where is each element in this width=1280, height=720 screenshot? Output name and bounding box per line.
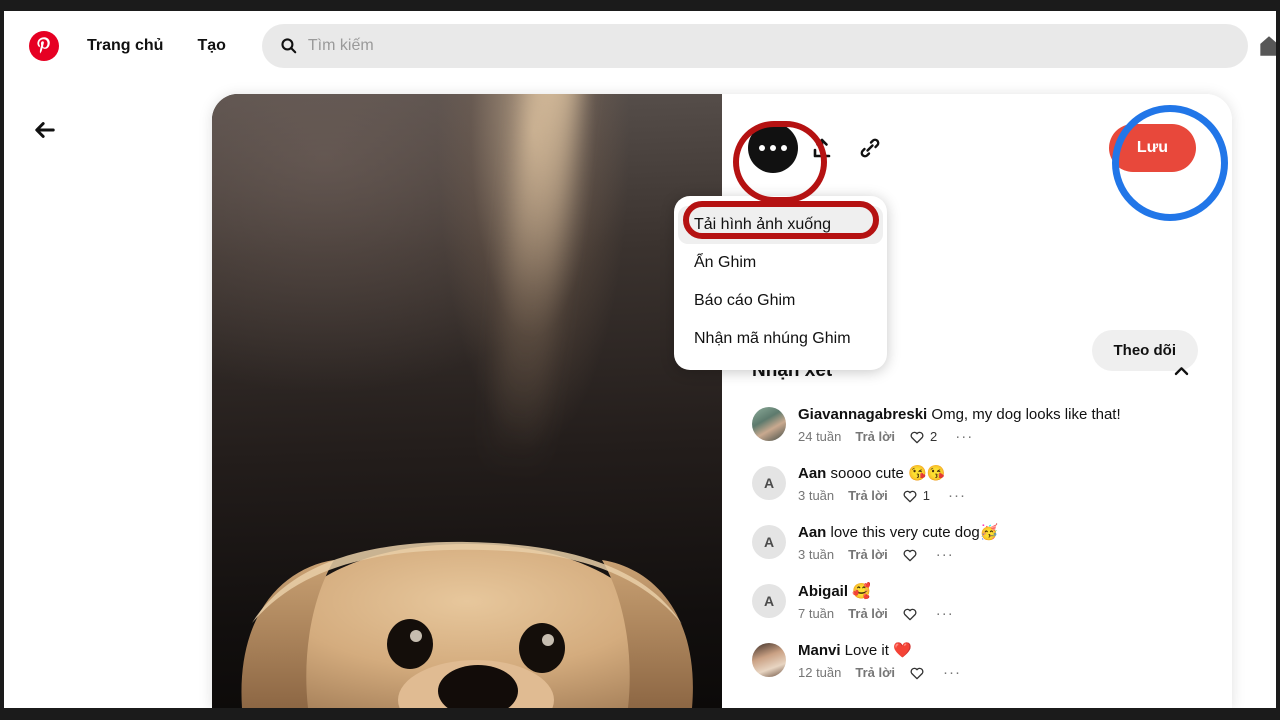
comment-author[interactable]: Aan xyxy=(798,524,826,541)
comment-more-button[interactable]: ··· xyxy=(936,605,954,622)
comment-like-count: 1 xyxy=(922,488,930,503)
comment-reply-button[interactable]: Trả lời xyxy=(855,665,895,680)
comment-reply-button[interactable]: Trả lời xyxy=(848,606,888,621)
nav-create[interactable]: Tạo xyxy=(183,28,239,64)
comment-actions: 24 tuần Trả lời 2 ··· xyxy=(798,428,1210,445)
pin-detail-card: Lưu theo dõi Theo dõi Nhận xét Giavannag… xyxy=(212,94,1232,708)
menu-item[interactable]: Báo cáo Ghim xyxy=(674,282,887,320)
profile-icon[interactable] xyxy=(1256,33,1276,59)
comment-actions: 12 tuần Trả lời ··· xyxy=(798,664,1210,681)
puppy-illustration xyxy=(241,541,693,708)
comment-more-button[interactable]: ··· xyxy=(936,546,954,563)
share-upload-icon xyxy=(813,138,831,158)
comment-timestamp: 7 tuần xyxy=(798,606,835,621)
comment-item: A Aan love this very cute dog🥳 3 tuần Trả l… xyxy=(752,523,1210,563)
avatar[interactable]: A xyxy=(752,584,786,618)
share-button[interactable] xyxy=(798,124,846,172)
heart-icon xyxy=(903,490,917,502)
back-arrow-button[interactable] xyxy=(28,113,62,147)
more-options-menu: Tải hình ảnh xuống Ẩn Ghim Báo cáo Ghim Nhậ… xyxy=(674,196,887,370)
comments-section: Nhận xét Giavannagabreski Omg, my dog lo… xyxy=(752,356,1210,708)
screenshot-root: Trang chủ Tạo Tìm kiếm Lưu Theo dõi Nhận… xyxy=(0,0,1280,720)
comment-body: Aan love this very cute dog🥳 3 tuần Trả lờ… xyxy=(798,523,1210,563)
comment-reply-button[interactable]: Trả lời xyxy=(855,429,895,444)
comment-list: Giavannagabreski Omg, my dog looks like … xyxy=(752,405,1210,681)
comment-item: A Abigail 🥰 7 tuần Trả lời ··· xyxy=(752,582,1210,622)
heart-icon xyxy=(910,667,924,679)
back-arrow-icon xyxy=(35,122,55,138)
comment-more-button[interactable]: ··· xyxy=(955,428,973,445)
heart-icon xyxy=(910,431,924,443)
comment-text-line: Giavannagabreski Omg, my dog looks like … xyxy=(798,405,1210,425)
comment-author[interactable]: Giavannagabreski xyxy=(798,406,927,423)
heart-icon xyxy=(903,608,917,620)
chevron-up-icon xyxy=(1174,366,1188,375)
avatar[interactable] xyxy=(752,407,786,441)
comment-actions: 3 tuần Trả lời ··· xyxy=(798,546,1210,563)
search-input[interactable] xyxy=(307,36,1230,55)
save-button[interactable]: Lưu xyxy=(1108,124,1196,172)
comment-timestamp: 12 tuần xyxy=(798,665,842,680)
copy-link-icon xyxy=(860,138,880,158)
comment-text: 🥰 xyxy=(848,583,871,600)
comment-body: Abigail 🥰 7 tuần Trả lời ··· xyxy=(798,582,1210,622)
avatar[interactable] xyxy=(752,643,786,677)
comment-text-line: Manvi Love it ❤️ xyxy=(798,641,1210,661)
avatar[interactable]: A xyxy=(752,525,786,559)
comment-like-count: 2 xyxy=(929,429,938,444)
pinterest-logo-icon[interactable] xyxy=(29,30,59,61)
comment-timestamp: 3 tuần xyxy=(798,547,835,562)
collapse-comments-button[interactable] xyxy=(1166,356,1196,386)
comment-text: love this very cute dog🥳 xyxy=(826,524,999,541)
comment-body: Aan soooo cute 😘😘 3 tuần Trả lời 1 ··· xyxy=(798,464,1210,504)
comment-more-button[interactable]: ··· xyxy=(943,664,961,681)
comment-body: Manvi Love it ❤️ 12 tuần Trả lời ··· xyxy=(798,641,1210,681)
comment-item: Giavannagabreski Omg, my dog looks like … xyxy=(752,405,1210,445)
comment-like-button[interactable]: 2 xyxy=(909,429,937,445)
more-options-button[interactable] xyxy=(748,123,798,173)
comment-reply-button[interactable]: Trả lời xyxy=(848,488,888,503)
menu-item-list: Tải hình ảnh xuống Ẩn Ghim Báo cáo Ghim Nhậ… xyxy=(674,206,887,358)
comment-like-button[interactable]: 1 xyxy=(902,488,930,504)
search-icon xyxy=(281,38,297,54)
menu-item[interactable]: Ẩn Ghim xyxy=(674,244,887,282)
avatar[interactable]: A xyxy=(752,466,786,500)
comment-item: Manvi Love it ❤️ 12 tuần Trả lời ··· xyxy=(752,641,1210,681)
comment-more-button[interactable]: ··· xyxy=(948,487,966,504)
comment-reply-button[interactable]: Trả lời xyxy=(848,547,888,562)
pin-detail-panel: Lưu theo dõi Theo dõi Nhận xét Giavannag… xyxy=(722,94,1232,708)
browser-viewport: Trang chủ Tạo Tìm kiếm Lưu Theo dõi Nhận… xyxy=(4,11,1276,708)
comment-body: Giavannagabreski Omg, my dog looks like … xyxy=(798,405,1210,445)
comment-like-button[interactable] xyxy=(909,665,925,681)
comment-text: Love it ❤️ xyxy=(840,642,912,659)
search-bar[interactable] xyxy=(261,23,1248,68)
comment-timestamp: 3 tuần xyxy=(798,488,835,503)
app-header: Trang chủ Tạo xyxy=(4,11,1276,80)
more-options-icon xyxy=(759,145,787,151)
comment-actions: 3 tuần Trả lời 1 ··· xyxy=(798,487,1210,504)
comment-author[interactable]: Aan xyxy=(798,465,826,482)
comment-timestamp: 24 tuần xyxy=(798,429,842,444)
comment-like-button[interactable] xyxy=(902,606,918,622)
comment-actions: 7 tuần Trả lời ··· xyxy=(798,605,1210,622)
heart-icon xyxy=(903,549,917,561)
nav-home[interactable]: Trang chủ xyxy=(73,28,177,64)
comment-text: soooo cute 😘😘 xyxy=(826,465,946,482)
comment-text-line: Abigail 🥰 xyxy=(798,582,1210,602)
comment-text-line: Aan love this very cute dog🥳 xyxy=(798,523,1210,543)
comment-item: A Aan soooo cute 😘😘 3 tuần Trả lời 1 ··· xyxy=(752,464,1210,504)
comment-text: Omg, my dog looks like that! xyxy=(927,406,1121,423)
comment-author[interactable]: Abigail xyxy=(798,583,848,600)
copy-link-button[interactable] xyxy=(846,124,894,172)
comment-author[interactable]: Manvi xyxy=(798,642,841,659)
pin-image[interactable] xyxy=(212,94,722,708)
menu-item[interactable]: Tải hình ảnh xuống xyxy=(678,206,883,244)
comment-like-button[interactable] xyxy=(902,547,918,563)
comment-text-line: Aan soooo cute 😘😘 xyxy=(798,464,1210,484)
menu-item[interactable]: Nhận mã nhúng Ghim xyxy=(674,320,887,358)
